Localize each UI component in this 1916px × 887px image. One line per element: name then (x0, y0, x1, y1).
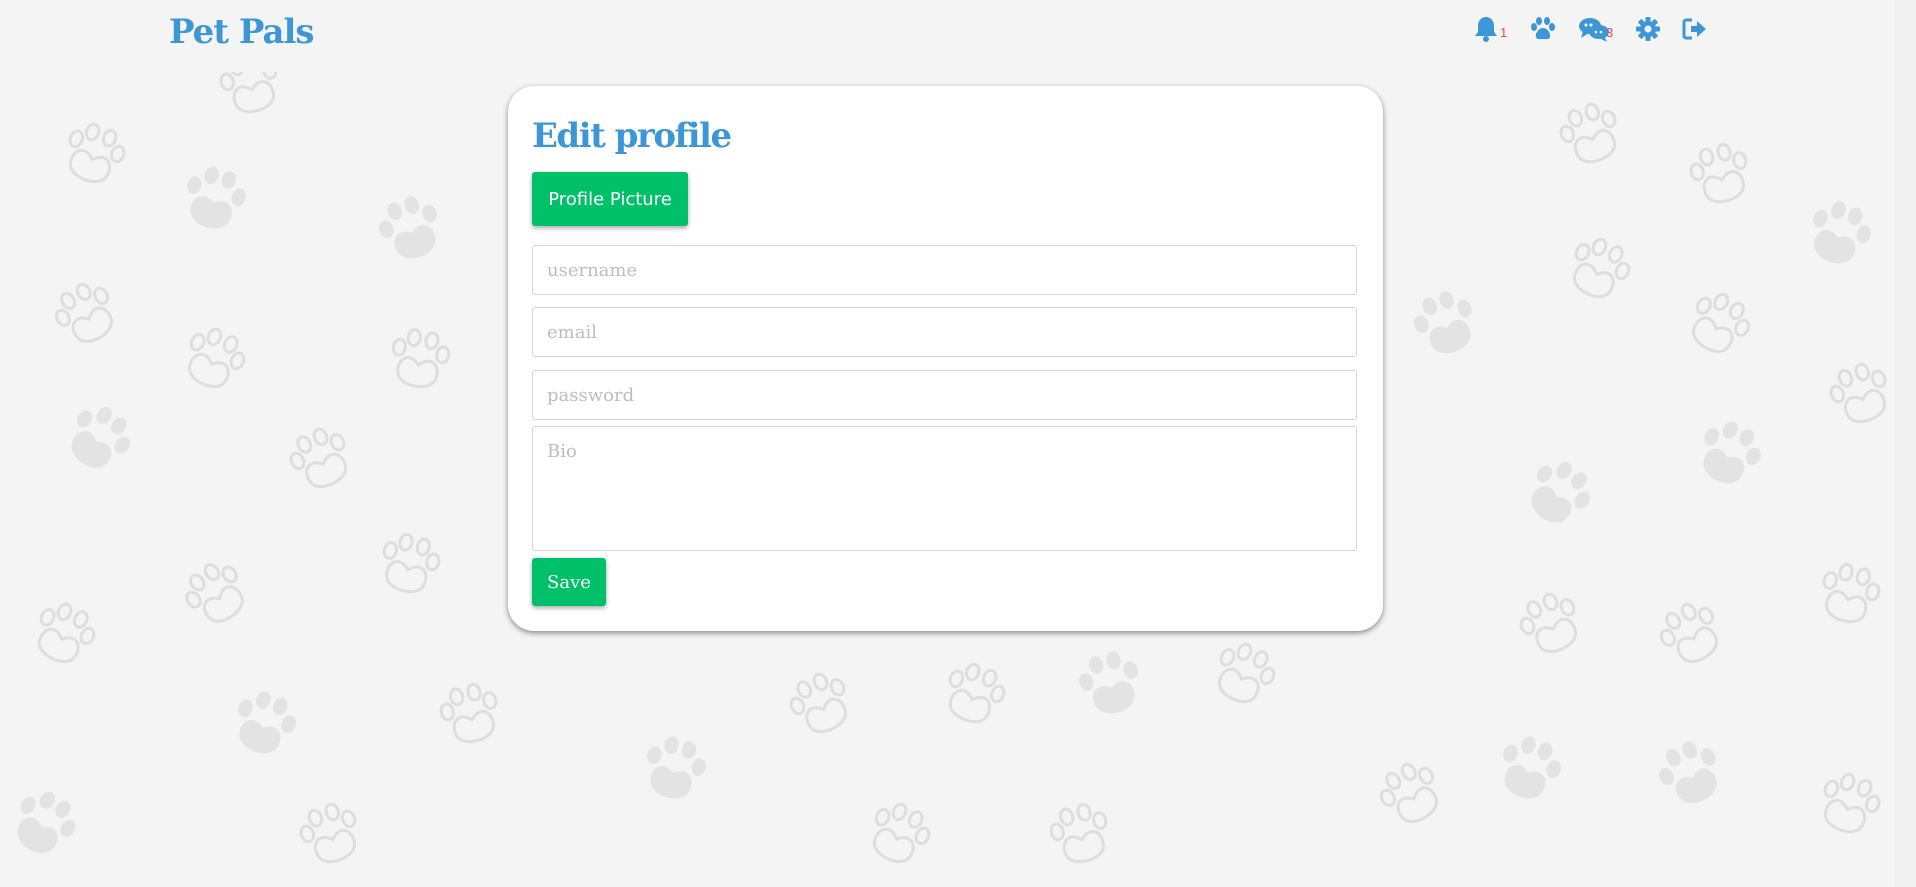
edit-profile-card: Edit profile Profile Picture Save (508, 86, 1383, 631)
bio-textarea[interactable] (532, 426, 1357, 551)
username-input[interactable] (532, 245, 1357, 295)
settings-button[interactable] (1635, 15, 1661, 45)
bell-icon (1475, 17, 1497, 42)
email-input[interactable] (532, 307, 1357, 357)
messages-count-badge: 3 (1606, 25, 1614, 40)
save-button[interactable]: Save (532, 558, 606, 606)
notifications-count-badge: 1 (1500, 25, 1508, 40)
gear-icon (1636, 17, 1660, 41)
pets-button[interactable] (1530, 15, 1556, 45)
password-input[interactable] (532, 370, 1357, 420)
page-title: Edit profile (532, 116, 732, 156)
paw-icon (1531, 17, 1555, 40)
notifications-button[interactable] (1473, 15, 1499, 45)
logout-button[interactable] (1682, 15, 1708, 45)
sign-out-icon (1682, 18, 1706, 40)
profile-picture-button[interactable]: Profile Picture (532, 172, 688, 226)
vertical-scrollbar[interactable] (1895, 0, 1916, 887)
brand-logo[interactable]: Pet Pals (169, 12, 315, 52)
top-navbar: Pet Pals 1 3 (0, 0, 1895, 72)
